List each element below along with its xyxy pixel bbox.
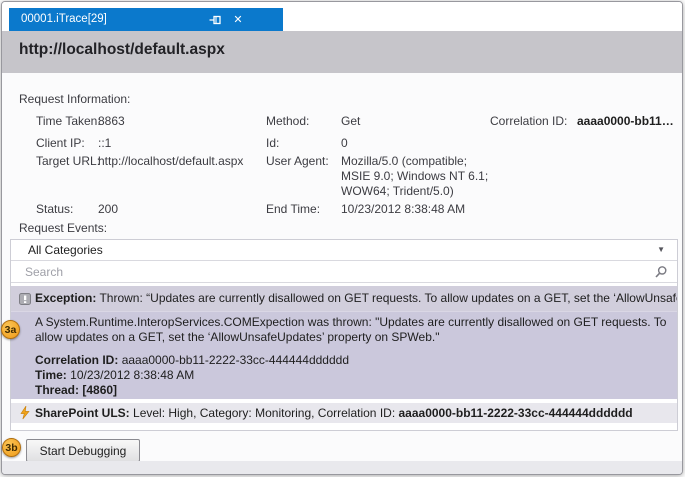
id-value: 0: [341, 136, 348, 150]
uls-event-detail: Level: High, Category: Monitoring, Corre…: [133, 406, 395, 420]
status-label: Status:: [36, 202, 73, 216]
end-time-label: End Time:: [266, 202, 320, 216]
exception-event-detail[interactable]: A System.Runtime.InteropServices.COMExpe…: [11, 311, 677, 399]
method-value: Get: [341, 114, 360, 128]
target-url-label: Target URL:: [36, 154, 100, 168]
user-agent-label: User Agent:: [266, 154, 329, 168]
exception-detail-message: A System.Runtime.InteropServices.COMExpe…: [35, 315, 673, 345]
lightning-icon: [20, 406, 30, 423]
window-bottom-strip: [2, 461, 682, 474]
exception-event-title: Exception:: [35, 291, 96, 305]
uls-event-title: SharePoint ULS:: [35, 406, 130, 420]
tab-title: 00001.iTrace[29]: [21, 13, 107, 25]
exception-event-row[interactable]: Exception: Thrown: “Updates are currentl…: [11, 286, 677, 311]
category-filter-dropdown[interactable]: All Categories ▼: [11, 240, 677, 261]
pin-button[interactable]: [206, 12, 224, 28]
search-icon[interactable]: [654, 265, 668, 284]
exception-event-summary: Exception: Thrown: “Updates are currentl…: [35, 291, 677, 305]
detail-correlation-id-label: Correlation ID:: [35, 353, 118, 367]
method-label: Method:: [266, 114, 309, 128]
detail-thread: Thread: [4860]: [35, 383, 117, 397]
start-debugging-button[interactable]: Start Debugging: [26, 439, 140, 462]
exception-event-summary-text: Thrown: “Updates are currently disallowe…: [99, 291, 677, 305]
search-input[interactable]: [25, 263, 645, 281]
uls-correlation-id-value: aaaa0000-bb11-2222-33cc-444444dddddd: [399, 406, 633, 420]
client-ip-value: ::1: [98, 136, 111, 150]
detail-time-label: Time:: [35, 368, 67, 382]
id-label: Id:: [266, 136, 279, 150]
request-information-label: Request Information:: [19, 92, 130, 106]
close-button[interactable]: ✕: [229, 12, 247, 28]
callout-3b: 3b: [2, 438, 21, 457]
request-events-label: Request Events:: [19, 221, 107, 235]
pin-icon: [209, 14, 222, 26]
user-agent-value-line3: WOW64; Trident/5.0): [341, 184, 454, 198]
correlation-id-value: aaaa0000-bb11…: [577, 114, 674, 128]
detail-time: Time: 10/23/2012 8:38:48 AM: [35, 368, 194, 382]
correlation-id-label: Correlation ID:: [490, 114, 567, 128]
chevron-down-icon: ▼: [657, 245, 665, 254]
intellitrace-window: 00001.iTrace[29] ✕ http://localhost/defa…: [1, 1, 683, 475]
tab-itrace-file[interactable]: 00001.iTrace[29] ✕: [9, 8, 283, 31]
detail-time-value: 10/23/2012 8:38:48 AM: [70, 368, 194, 382]
time-taken-label: Time Taken:: [36, 114, 101, 128]
detail-thread-label: Thread:: [35, 383, 79, 397]
search-box: [11, 262, 677, 283]
client-ip-label: Client IP:: [36, 136, 85, 150]
status-value: 200: [98, 202, 118, 216]
detail-correlation-id: Correlation ID: aaaa0000-bb11-2222-33cc-…: [35, 353, 349, 367]
request-events-panel: All Categories ▼ Exception: Thrown: “Upd: [10, 239, 678, 431]
page-title: http://localhost/default.aspx: [19, 41, 225, 59]
detail-correlation-id-value: aaaa0000-bb11-2222-33cc-444444dddddd: [122, 353, 349, 367]
user-agent-value-line2: MSIE 9.0; Windows NT 6.1;: [341, 169, 488, 183]
document-header: http://localhost/default.aspx: [2, 31, 682, 73]
end-time-value: 10/23/2012 8:38:48 AM: [341, 202, 465, 216]
callout-3a: 3a: [1, 320, 20, 339]
close-icon: ✕: [233, 12, 242, 28]
user-agent-value-line1: Mozilla/5.0 (compatible;: [341, 154, 467, 168]
uls-event-text: SharePoint ULS: Level: High, Category: M…: [35, 406, 633, 420]
sharepoint-uls-event-row[interactable]: SharePoint ULS: Level: High, Category: M…: [11, 403, 677, 423]
category-filter-value: All Categories: [28, 243, 103, 257]
time-taken-value: 8863: [98, 114, 125, 128]
exception-event-icon: [19, 292, 31, 310]
target-url-value: http://localhost/default.aspx: [98, 154, 243, 168]
detail-thread-value: [4860]: [82, 383, 117, 397]
tab-strip: 00001.iTrace[29] ✕: [2, 2, 682, 31]
